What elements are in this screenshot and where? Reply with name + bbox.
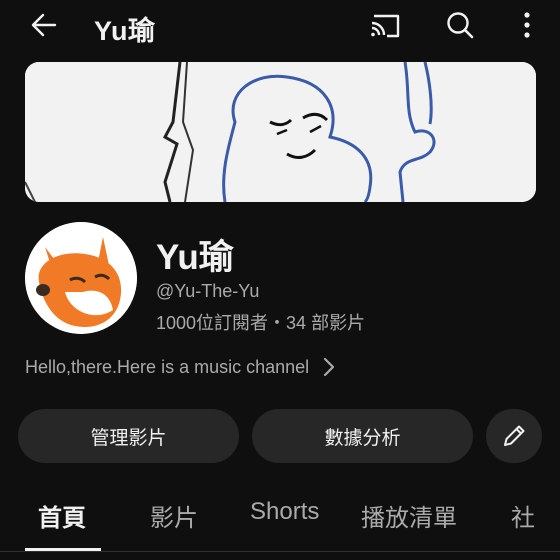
tabs-divider	[0, 551, 560, 552]
channel-tabs: 首頁 影片 Shorts 播放清單 社	[0, 488, 560, 548]
search-button[interactable]	[438, 3, 482, 47]
tab-shorts[interactable]: Shorts	[250, 498, 319, 526]
fox-avatar-image	[25, 222, 137, 334]
app-bar-title: Yu瑜	[94, 16, 156, 46]
channel-name: Yu瑜	[156, 238, 234, 277]
back-arrow-icon	[31, 13, 57, 37]
channel-stats: 1000位訂閱者・34 部影片	[156, 313, 366, 333]
channel-description-row[interactable]: Hello,there.Here is a music channel	[25, 353, 335, 381]
chevron-right-icon	[323, 357, 335, 377]
tab-home[interactable]: 首頁	[38, 498, 86, 533]
edit-channel-button[interactable]	[486, 409, 542, 463]
analytics-button[interactable]: 數據分析	[252, 409, 473, 463]
channel-handle: @Yu-The-Yu	[156, 281, 260, 301]
pencil-icon	[504, 425, 525, 446]
search-icon	[447, 12, 474, 39]
tab-playlists[interactable]: 播放清單	[361, 498, 457, 533]
tab-videos[interactable]: 影片	[150, 498, 198, 533]
more-options-button[interactable]	[505, 3, 549, 47]
manage-videos-button[interactable]: 管理影片	[18, 409, 239, 463]
cast-icon	[371, 14, 400, 38]
cast-button[interactable]	[363, 3, 407, 47]
top-app-bar: Yu瑜	[0, 0, 560, 52]
channel-avatar[interactable]	[25, 222, 137, 334]
banner-drawing	[25, 62, 536, 202]
channel-banner	[25, 62, 536, 202]
back-button[interactable]	[22, 3, 66, 47]
tab-community[interactable]: 社	[511, 498, 535, 533]
channel-description: Hello,there.Here is a music channel	[25, 356, 310, 377]
more-vertical-icon	[524, 12, 530, 38]
